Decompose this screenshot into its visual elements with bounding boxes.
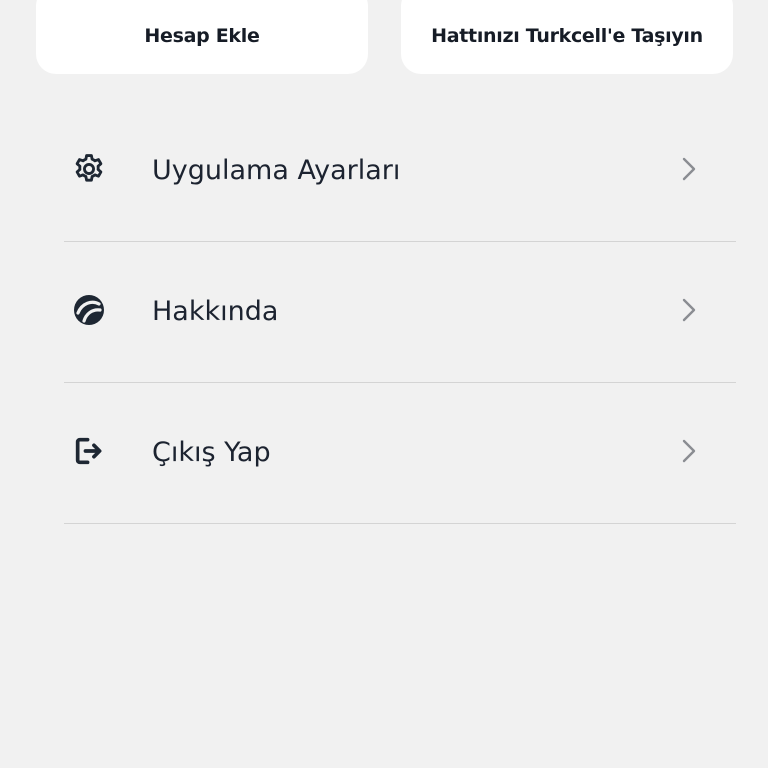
chevron-right-icon [682, 439, 696, 463]
account-menu-screen: Hesap Ekle Hattınızı Turkcell'e Taşıyın … [0, 0, 768, 768]
menu-item-label: Çıkış Yap [152, 437, 271, 468]
menu-item-label: Uygulama Ayarları [152, 155, 401, 186]
divider [64, 523, 736, 524]
logout-icon [72, 434, 106, 468]
move-line-label: Hattınızı Turkcell'e Taşıyın [431, 25, 703, 47]
move-line-to-turkcell-card[interactable]: Hattınızı Turkcell'e Taşıyın [401, 0, 733, 74]
add-account-card[interactable]: Hesap Ekle [36, 0, 368, 74]
chevron-right-icon [682, 157, 696, 181]
menu-item-app-settings[interactable]: Uygulama Ayarları [64, 102, 736, 242]
menu-item-logout[interactable]: Çıkış Yap [64, 384, 736, 524]
gear-icon [72, 152, 106, 186]
turkcell-logo-icon [72, 293, 106, 327]
chevron-right-icon [682, 298, 696, 322]
add-account-label: Hesap Ekle [144, 25, 260, 47]
menu-item-about[interactable]: Hakkında [64, 243, 736, 383]
divider [64, 382, 736, 383]
divider [64, 241, 736, 242]
menu-item-label: Hakkında [152, 296, 279, 327]
